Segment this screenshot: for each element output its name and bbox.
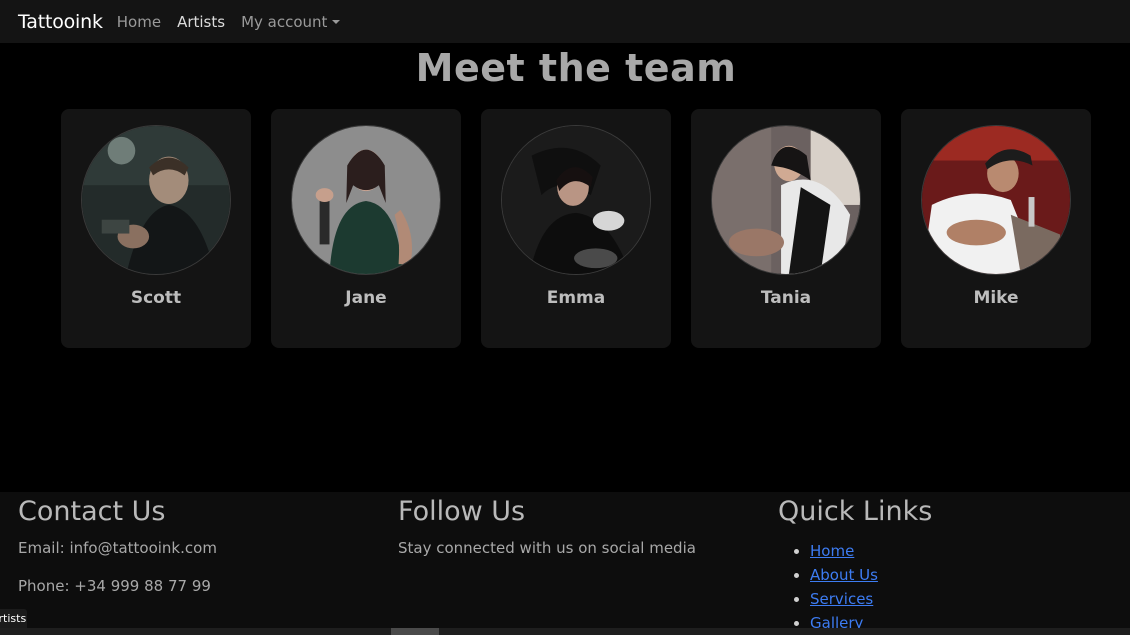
artist-name: Tania: [760, 288, 812, 308]
follow-text: Stay connected with us on social media: [398, 539, 696, 557]
artist-photo: [711, 125, 861, 275]
follow-title: Follow Us: [398, 496, 526, 527]
nav-my-account-dropdown[interactable]: My account: [241, 12, 341, 31]
artist-card-jane[interactable]: Jane: [271, 109, 461, 348]
artist-name: Emma: [546, 288, 606, 308]
quick-links-list: Home About Us Services Gallery: [778, 539, 932, 635]
nav-home[interactable]: Home: [117, 13, 161, 31]
nav-artists[interactable]: Artists: [177, 13, 225, 31]
artist-card-emma[interactable]: Emma: [481, 109, 671, 348]
artist-name: Jane: [345, 288, 387, 308]
artist-photo: [921, 125, 1071, 275]
quick-link-about-us[interactable]: About Us: [810, 566, 878, 584]
artist-name: Scott: [130, 288, 182, 308]
artist-cards: Scott Jane Emma Tania Mike: [61, 109, 1091, 348]
navbar: Tattooink Home Artists My account: [0, 0, 1130, 43]
footer-contact: Contact Us Email: info@tattooink.com Pho…: [18, 496, 217, 615]
contact-title: Contact Us: [18, 496, 166, 527]
quick-link-services[interactable]: Services: [810, 590, 873, 608]
artist-card-scott[interactable]: Scott: [61, 109, 251, 348]
artist-card-tania[interactable]: Tania: [691, 109, 881, 348]
list-item: Home: [810, 539, 932, 563]
list-item: About Us: [810, 563, 932, 587]
artist-photo: [501, 125, 651, 275]
status-url-text: Artists: [0, 612, 27, 625]
scrollbar-thumb[interactable]: [391, 628, 439, 635]
brand-logo[interactable]: Tattooink: [18, 11, 103, 33]
contact-email: Email: info@tattooink.com: [18, 539, 217, 557]
contact-phone: Phone: +34 999 88 77 99: [18, 577, 211, 595]
nav-my-account-label: My account: [241, 12, 328, 31]
artist-name: Mike: [973, 288, 1019, 308]
list-item: Services: [810, 587, 932, 611]
artist-card-mike[interactable]: Mike: [901, 109, 1091, 348]
artist-photo: [81, 125, 231, 275]
page-title: Meet the team: [415, 46, 737, 90]
caret-down-icon: [332, 19, 341, 24]
footer-follow: Follow Us Stay connected with us on soci…: [398, 496, 696, 577]
artist-photo: [291, 125, 441, 275]
horizontal-scrollbar[interactable]: [0, 628, 1130, 635]
footer: Contact Us Email: info@tattooink.com Pho…: [0, 492, 1130, 635]
quick-links-title: Quick Links: [778, 496, 933, 527]
link-status-tooltip: Artists: [0, 609, 27, 628]
quick-link-home[interactable]: Home: [810, 542, 854, 560]
footer-quick-links: Quick Links Home About Us Services Galle…: [778, 496, 932, 635]
